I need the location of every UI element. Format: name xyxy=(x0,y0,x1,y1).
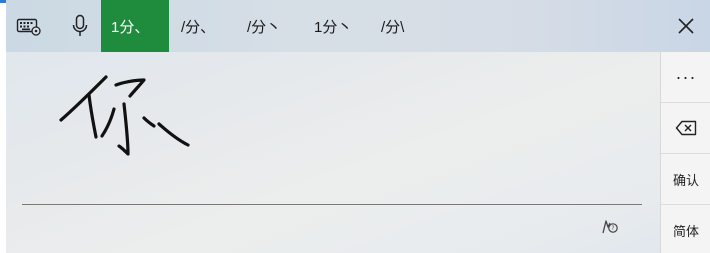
microphone-icon[interactable] xyxy=(60,0,100,52)
confirm-label: 确认 xyxy=(672,172,699,188)
close-icon[interactable] xyxy=(662,0,710,52)
backspace-icon xyxy=(675,120,697,136)
candidate-2-text: /分、 xyxy=(181,18,216,36)
simplified-label: 简体 xyxy=(672,223,699,239)
writing-baseline xyxy=(22,204,642,205)
candidate-1[interactable]: 1分、 xyxy=(101,0,169,52)
simplified-chinese-button[interactable]: 简体 xyxy=(661,205,710,253)
backspace-button[interactable] xyxy=(661,103,710,154)
keyboard-settings-icon[interactable] xyxy=(6,0,52,52)
side-button-column: ··· 确认 简体 xyxy=(660,52,710,253)
candidate-3[interactable]: /分丶 xyxy=(237,0,303,52)
handwritten-strokes xyxy=(59,75,190,156)
confirm-button[interactable]: 确认 xyxy=(661,154,710,205)
candidate-4[interactable]: 1分丶 xyxy=(304,0,370,52)
candidate-4-text: 1分丶 xyxy=(314,18,353,36)
more-label: ··· xyxy=(675,66,697,87)
handwriting-panel: 1分、 /分、 /分丶 1分丶 /分\ ? ··· 确认 简体 xyxy=(6,0,710,253)
candidate-5-text: /分\ xyxy=(381,18,405,36)
candidate-3-text: /分丶 xyxy=(247,18,282,36)
candidate-5[interactable]: /分\ xyxy=(371,0,437,52)
candidate-2[interactable]: /分、 xyxy=(171,0,237,52)
handwriting-canvas[interactable]: ? xyxy=(6,52,660,253)
svg-text:?: ? xyxy=(611,225,614,232)
candidate-bar: 1分、 /分、 /分丶 1分丶 /分\ xyxy=(6,0,710,52)
handwriting-help-icon[interactable]: ? xyxy=(600,217,620,240)
more-button[interactable]: ··· xyxy=(661,52,710,103)
candidate-1-text: 1分、 xyxy=(111,18,150,36)
